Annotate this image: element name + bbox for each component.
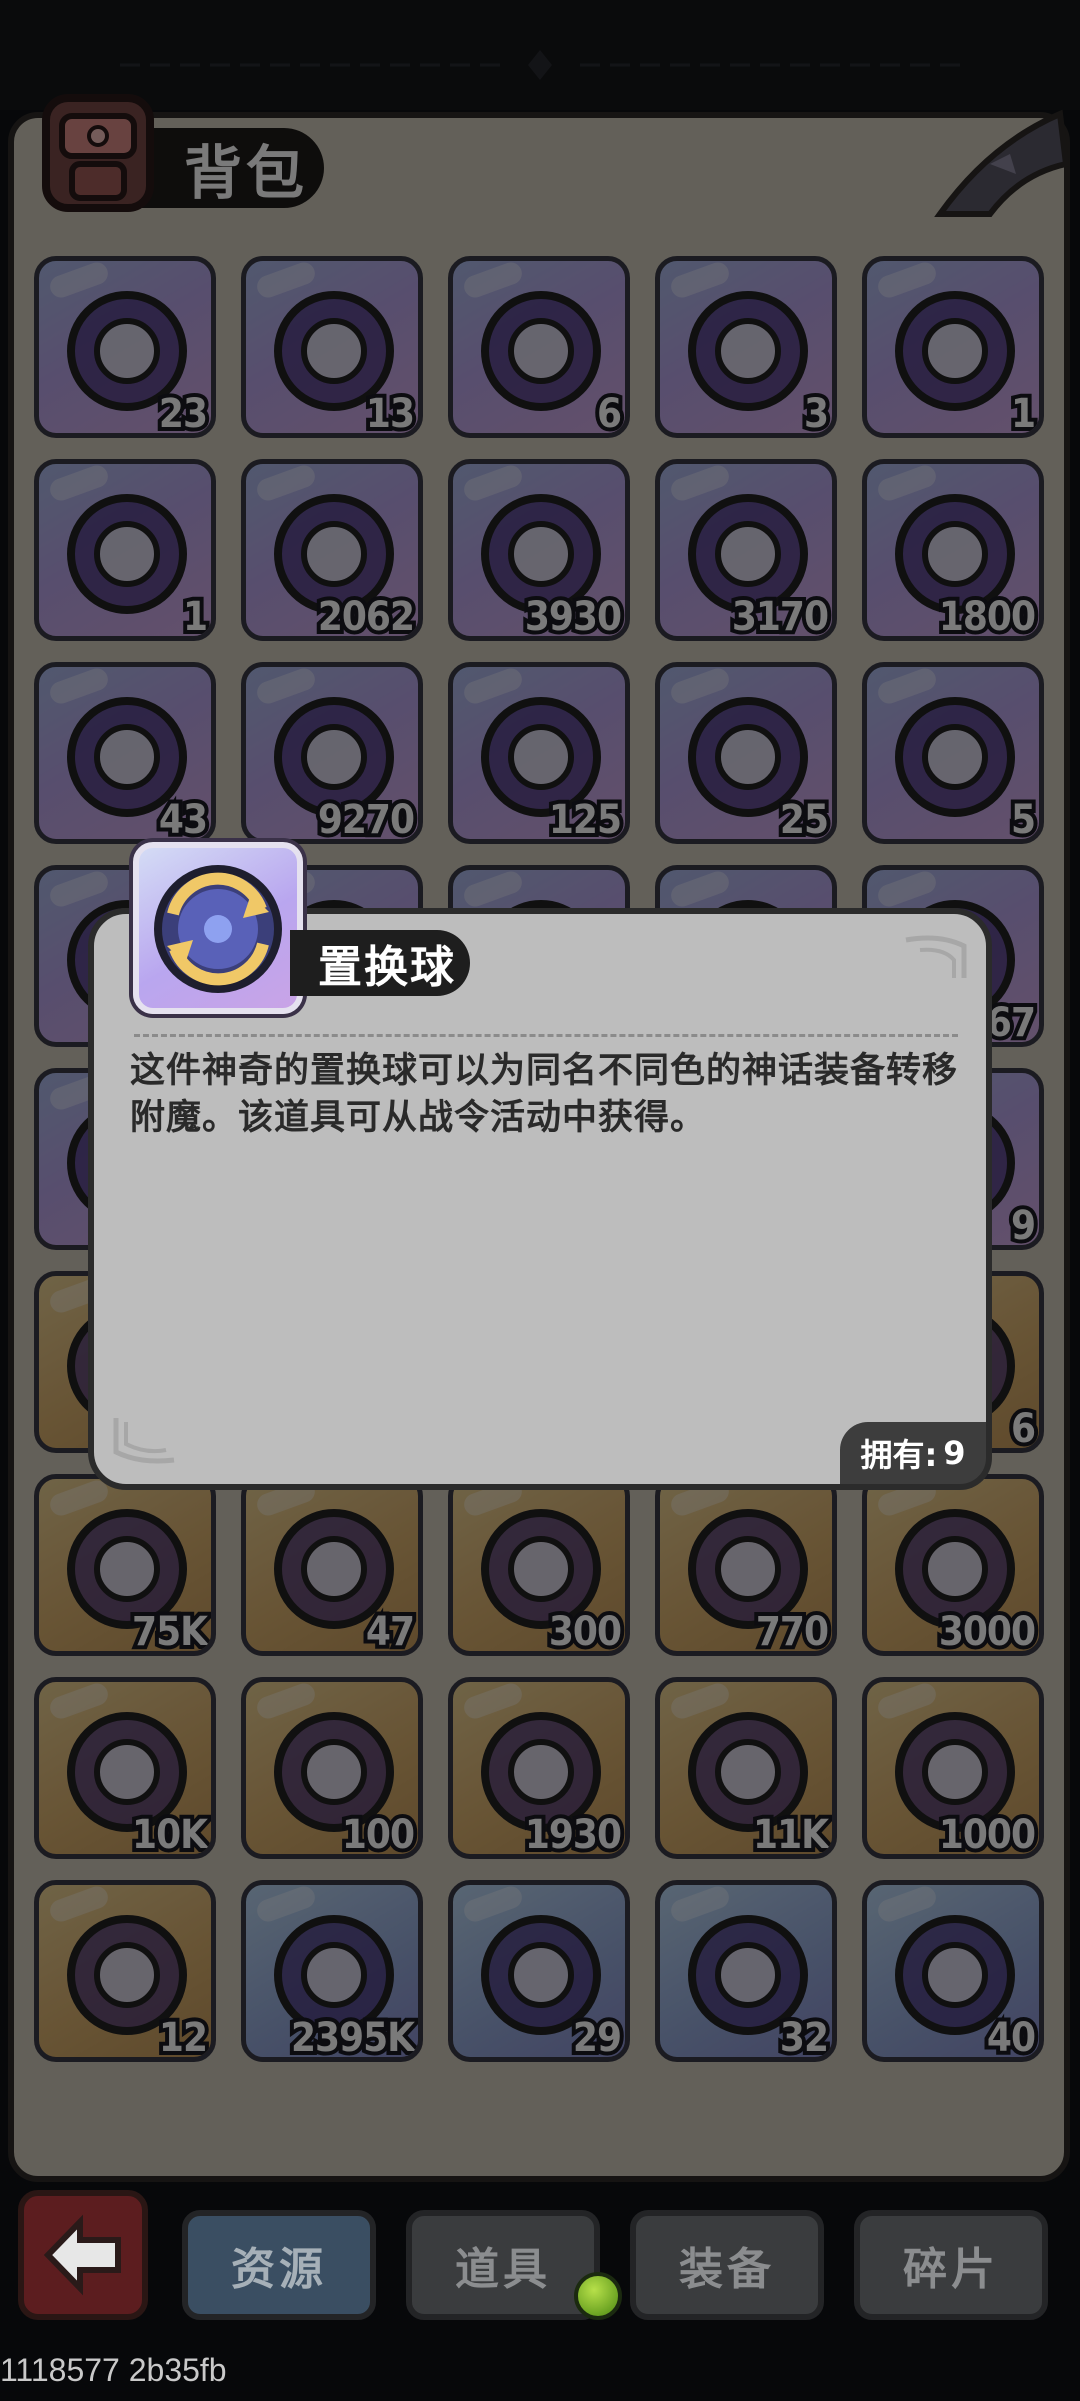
back-button[interactable] bbox=[18, 2190, 148, 2320]
owned-count: 9 bbox=[943, 1434, 966, 1472]
tab-fragments[interactable]: 碎片 bbox=[854, 2210, 1048, 2320]
debug-build-text: 1118577 2b35fb bbox=[0, 2352, 227, 2388]
tab-label: 资源 bbox=[231, 2244, 327, 2295]
tab-items[interactable]: 道具 bbox=[406, 2210, 600, 2320]
tab-resources[interactable]: 资源 bbox=[182, 2210, 376, 2320]
item-icon-frame bbox=[133, 842, 303, 1014]
tab-label: 道具 bbox=[455, 2244, 551, 2295]
tab-equipment[interactable]: 装备 bbox=[630, 2210, 824, 2320]
swap-orb-icon bbox=[154, 865, 282, 993]
bottom-bar: 资源 道具 装备 碎片 bbox=[0, 2180, 1080, 2360]
back-arrow-icon bbox=[43, 2214, 121, 2296]
divider bbox=[134, 1034, 958, 1037]
item-description: 这件神奇的置换球可以为同名不同色的神话装备转移附魔。该道具可从战令活动中获得。 bbox=[130, 1051, 959, 1138]
corner-ornament-icon bbox=[905, 935, 967, 978]
item-name: 置换球 bbox=[318, 942, 456, 993]
notification-dot bbox=[574, 2272, 622, 2320]
owned-count-badge: 拥有: 9 bbox=[840, 1422, 992, 1490]
corner-ornament-icon bbox=[113, 1418, 175, 1464]
tab-label: 碎片 bbox=[903, 2244, 999, 2295]
owned-label: 拥有: bbox=[860, 1436, 938, 1474]
tab-label: 装备 bbox=[679, 2244, 775, 2295]
item-name-tab: 置换球 bbox=[290, 930, 470, 996]
